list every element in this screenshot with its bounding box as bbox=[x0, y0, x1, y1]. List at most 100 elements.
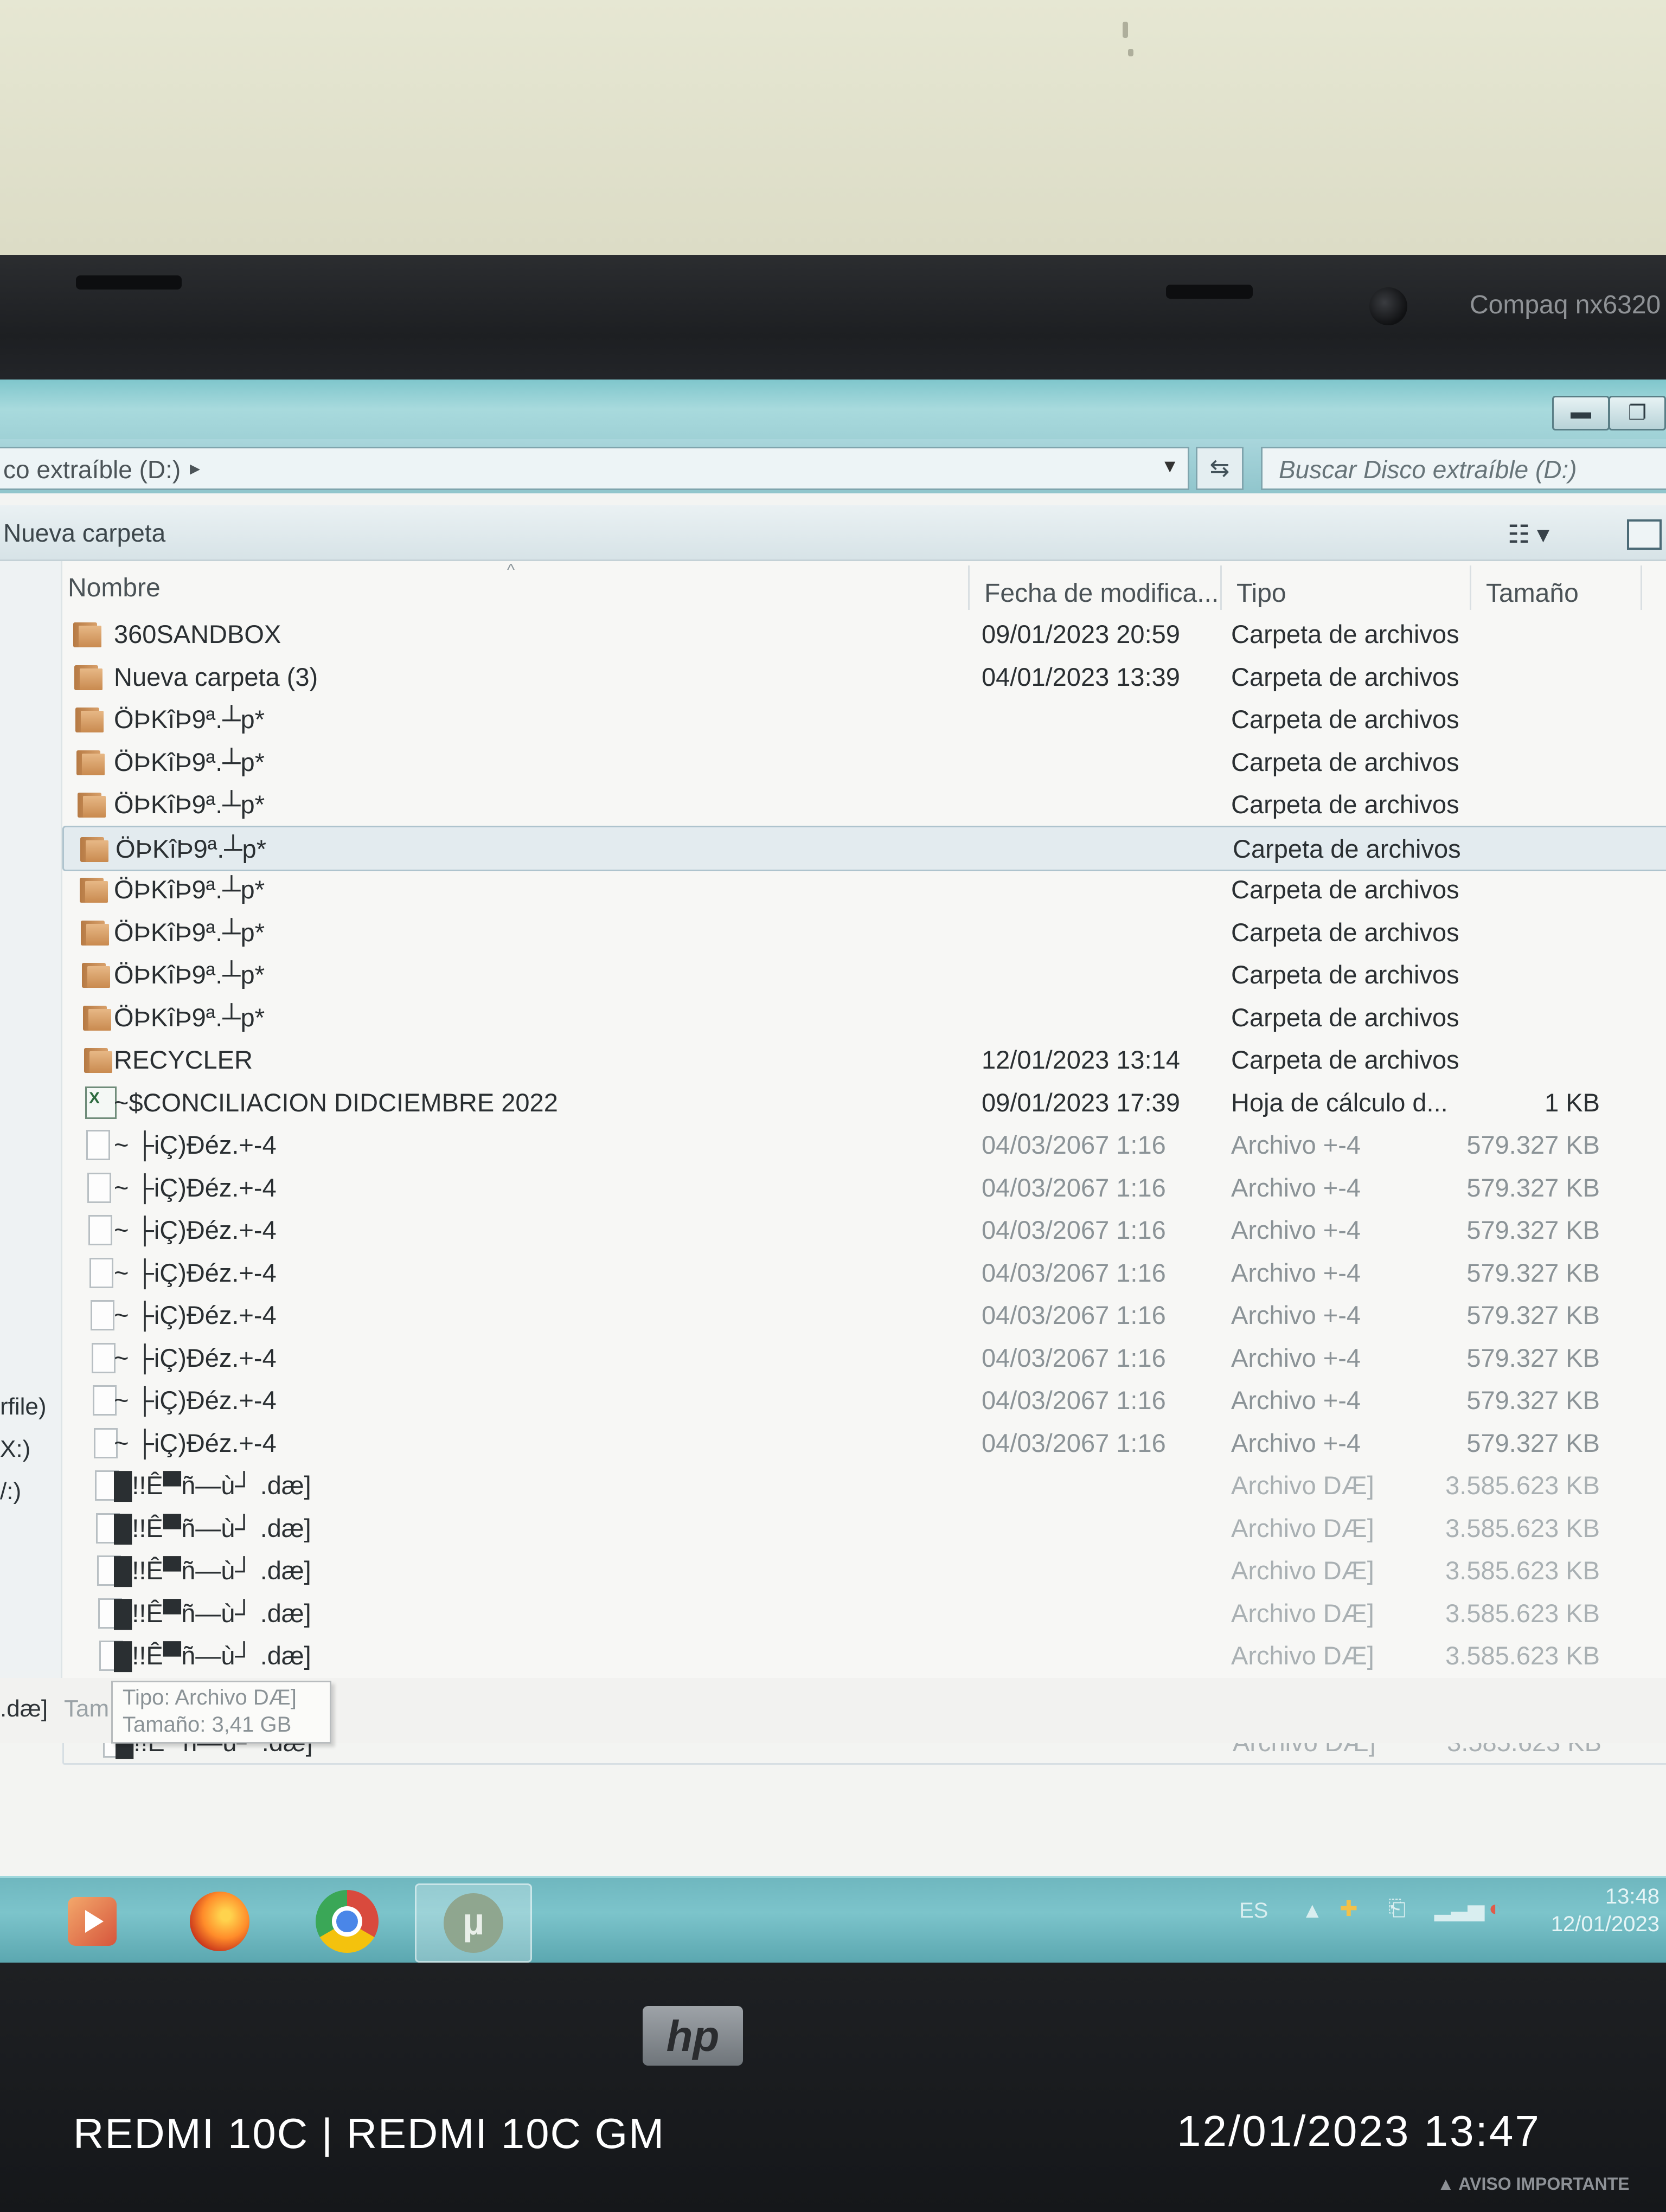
file-row[interactable]: ÖÞKîÞ9ª.┴p* Carpeta de archivos bbox=[62, 783, 1666, 825]
file-icon bbox=[93, 1385, 117, 1416]
laptop-top-bezel bbox=[0, 255, 1666, 390]
folder-icon bbox=[80, 876, 108, 903]
file-size: 1 KB bbox=[1545, 1088, 1600, 1117]
file-row[interactable]: ÖÞKîÞ9ª.┴p* Carpeta de archivos bbox=[62, 996, 1666, 1038]
volume-muted-icon[interactable]: ◐ bbox=[1489, 1896, 1502, 1921]
file-type: Archivo DÆ] bbox=[1231, 1641, 1374, 1670]
file-type: Carpeta de archivos bbox=[1233, 834, 1461, 863]
taskbar-app-chrome[interactable] bbox=[290, 1883, 404, 1959]
file-name: ÖÞKîÞ9ª.┴p* bbox=[114, 747, 265, 776]
file-name: ~ ├iÇ)Đéz.+-4 bbox=[114, 1173, 277, 1202]
file-name: █!!Ê▀ñ—ù┘ .dæ] bbox=[114, 1513, 311, 1542]
file-row[interactable]: ÖÞKîÞ9ª.┴p* Carpeta de archivos bbox=[62, 825, 1666, 871]
minimize-button[interactable]: ▬ bbox=[1552, 396, 1610, 430]
file-size: 3.585.623 KB bbox=[1445, 1471, 1600, 1500]
file-size: 579.327 KB bbox=[1466, 1216, 1600, 1244]
nav-item[interactable]: X:) bbox=[0, 1436, 30, 1463]
file-name: ~ ├iÇ)Đéz.+-4 bbox=[114, 1428, 277, 1457]
restore-button[interactable]: ❐ bbox=[1609, 396, 1666, 430]
laptop-model-label: Compaq nx6320 bbox=[1470, 291, 1661, 319]
file-row[interactable]: ~ ├iÇ)Đéz.+-4 04/03/2067 1:16 Archivo +-4 5… bbox=[62, 1166, 1666, 1208]
file-row[interactable]: ÖÞKîÞ9ª.┴p* Carpeta de archivos bbox=[62, 698, 1666, 740]
wall-mark bbox=[1128, 49, 1133, 56]
refresh-icon: ⇆ bbox=[1209, 455, 1230, 481]
file-name: Nueva carpeta (3) bbox=[114, 662, 318, 691]
clock-date: 12/01/2023 bbox=[1550, 1912, 1659, 1936]
file-name: RECYCLER bbox=[114, 1045, 253, 1074]
file-name: █!!Ê▀ñ—ù┘ .dæ] bbox=[114, 1641, 311, 1670]
file-list: Nombre ^ Fecha de modifica... Tipo Tamañ… bbox=[62, 561, 1666, 1765]
file-row[interactable]: █!!Ê▀ñ—ù┘ .dæ] Archivo DÆ] 3.585.623 KB bbox=[62, 1592, 1666, 1634]
network-signal-icon[interactable]: ▂▃▅ bbox=[1434, 1896, 1484, 1921]
address-path[interactable]: co extraíble (D:) bbox=[3, 455, 181, 484]
command-toolbar: Nueva carpeta ☷ ▾ bbox=[0, 505, 1666, 561]
file-icon bbox=[89, 1257, 113, 1288]
file-row[interactable]: X ~$CONCILIACION DIDCIEMBRE 2022 09/01/202… bbox=[62, 1081, 1666, 1123]
file-row[interactable]: █!!Ê▀ñ—ù┘ .dæ] Archivo DÆ] 3.585.623 KB bbox=[62, 1634, 1666, 1676]
start-button[interactable] bbox=[0, 1883, 11, 1959]
file-name: ÖÞKîÞ9ª.┴p* bbox=[114, 875, 265, 904]
search-box[interactable]: Buscar Disco extraíble (D:) bbox=[1261, 447, 1666, 490]
file-row[interactable]: ÖÞKîÞ9ª.┴p* Carpeta de archivos bbox=[62, 741, 1666, 783]
new-folder-button[interactable]: Nueva carpeta bbox=[3, 518, 165, 548]
file-type: Archivo +-4 bbox=[1231, 1258, 1361, 1287]
system-clock[interactable]: 13:48 12/01/2023 bbox=[1546, 1885, 1659, 1937]
file-row[interactable]: ÖÞKîÞ9ª.┴p* Carpeta de archivos bbox=[62, 911, 1666, 953]
file-row[interactable]: ÖÞKîÞ9ª.┴p* Carpeta de archivos bbox=[62, 868, 1666, 910]
safely-remove-hardware-icon[interactable]: ⎗ bbox=[1388, 1896, 1406, 1921]
column-divider[interactable] bbox=[968, 565, 970, 610]
phone-model-watermark: REDMI 10C | REDMI 10C GM bbox=[73, 2110, 665, 2157]
security-tray-icon[interactable]: ✚ bbox=[1340, 1896, 1358, 1921]
folder-icon bbox=[83, 1004, 111, 1031]
screen: ▬ ❐ co extraíble (D:) ▸ ▼ ⇆ Buscar Disco… bbox=[0, 380, 1666, 1963]
file-row[interactable]: ~ ├iÇ)Đéz.+-4 04/03/2067 1:16 Archivo +-4 5… bbox=[62, 1294, 1666, 1336]
taskbar-app-utorrent[interactable]: µ bbox=[415, 1883, 532, 1963]
file-row[interactable]: ~ ├iÇ)Đéz.+-4 04/03/2067 1:16 Archivo +-4 5… bbox=[62, 1251, 1666, 1294]
taskbar-app-media-player[interactable] bbox=[35, 1883, 149, 1959]
file-row[interactable]: ~ ├iÇ)Đéz.+-4 04/03/2067 1:16 Archivo +-4 5… bbox=[62, 1123, 1666, 1166]
taskbar: µ ES ▲ ✚ ⎗ ▂▃▅ ◐ 13:48 12/01/2023 bbox=[0, 1876, 1666, 1963]
file-row[interactable]: 360SANDBOX 09/01/2023 20:59 Carpeta de arc… bbox=[62, 613, 1666, 655]
taskbar-app-firefox[interactable] bbox=[163, 1883, 277, 1959]
address-dropdown-icon[interactable]: ▼ bbox=[1161, 456, 1179, 477]
column-divider[interactable] bbox=[1641, 565, 1642, 610]
preview-pane-icon[interactable] bbox=[1627, 519, 1662, 550]
laptop-bottom-bezel bbox=[0, 1963, 1666, 2212]
column-divider[interactable] bbox=[1470, 565, 1471, 610]
nav-item[interactable]: rfile) bbox=[0, 1393, 47, 1420]
file-name: █!!Ê▀ñ—ù┘ .dæ] bbox=[114, 1556, 311, 1585]
file-row[interactable]: █!!Ê▀ñ—ù┘ .dæ] Archivo DÆ] 3.585.623 KB bbox=[62, 1549, 1666, 1591]
file-size: 579.327 KB bbox=[1466, 1130, 1600, 1159]
nav-item[interactable]: /:) bbox=[0, 1478, 21, 1505]
address-bar[interactable]: co extraíble (D:) ▸ ▼ bbox=[0, 447, 1189, 490]
column-divider[interactable] bbox=[1220, 565, 1222, 610]
view-options-icon[interactable]: ☷ ▾ bbox=[1508, 519, 1549, 549]
file-row[interactable]: ÖÞKîÞ9ª.┴p* Carpeta de archivos bbox=[62, 953, 1666, 995]
folder-icon bbox=[81, 918, 109, 946]
refresh-button[interactable]: ⇆ bbox=[1196, 447, 1244, 490]
show-hidden-icons-icon[interactable]: ▲ bbox=[1302, 1899, 1323, 1923]
file-row[interactable]: █!!Ê▀ñ—ù┘ .dæ] Archivo DÆ] 3.585.623 KB bbox=[62, 1464, 1666, 1506]
breadcrumb-arrow-icon[interactable]: ▸ bbox=[190, 456, 200, 480]
wall-background bbox=[0, 0, 1666, 255]
file-row[interactable]: Nueva carpeta (3) 04/01/2023 13:39 Carpeta… bbox=[62, 655, 1666, 698]
file-row[interactable]: █!!Ê▀ñ—ù┘ .dæ] Archivo DÆ] 3.585.623 KB bbox=[62, 1507, 1666, 1549]
file-name: ÖÞKîÞ9ª.┴p* bbox=[116, 834, 266, 863]
file-icon bbox=[86, 1130, 110, 1160]
bezel-latch bbox=[76, 275, 182, 290]
file-name: ÖÞKîÞ9ª.┴p* bbox=[114, 960, 265, 989]
language-indicator[interactable]: ES bbox=[1239, 1899, 1268, 1923]
file-row[interactable]: ~ ├iÇ)Đéz.+-4 04/03/2067 1:16 Archivo +-4 5… bbox=[62, 1379, 1666, 1421]
file-row[interactable]: ~ ├iÇ)Đéz.+-4 04/03/2067 1:16 Archivo +-4 5… bbox=[62, 1336, 1666, 1379]
file-icon bbox=[92, 1342, 116, 1373]
file-modified-date: 04/01/2023 13:39 bbox=[982, 662, 1180, 691]
file-size: 579.327 KB bbox=[1466, 1343, 1600, 1372]
file-row[interactable]: ~ ├iÇ)Đéz.+-4 04/03/2067 1:16 Archivo +-4 5… bbox=[62, 1208, 1666, 1251]
search-input[interactable]: Buscar Disco extraíble (D:) bbox=[1279, 455, 1577, 484]
file-name: █!!Ê▀ñ—ù┘ .dæ] bbox=[114, 1471, 311, 1500]
file-row[interactable]: ~ ├iÇ)Đéz.+-4 04/03/2067 1:16 Archivo +-4 5… bbox=[62, 1422, 1666, 1464]
file-name: 360SANDBOX bbox=[114, 620, 281, 648]
file-type: Carpeta de archivos bbox=[1231, 960, 1459, 989]
file-modified-date: 04/03/2067 1:16 bbox=[982, 1301, 1166, 1329]
file-row[interactable]: RECYCLER 12/01/2023 13:14 Carpeta de archi… bbox=[62, 1038, 1666, 1081]
